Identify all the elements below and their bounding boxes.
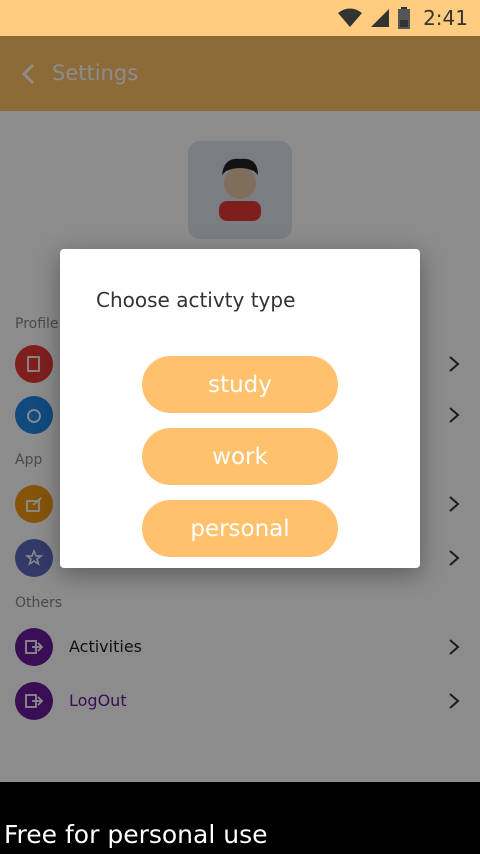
status-icons: 2:41 [337, 0, 468, 36]
watermark-text: Free for personal use [4, 820, 268, 849]
status-time: 2:41 [423, 6, 468, 30]
activity-type-dialog: Choose activty type study work personal [60, 249, 420, 568]
signal-icon [371, 9, 390, 27]
status-bar: 2:41 [0, 0, 480, 36]
wifi-icon [338, 8, 363, 27]
battery-icon [398, 7, 411, 29]
option-work-button[interactable]: work [142, 428, 338, 485]
dialog-title: Choose activty type [96, 288, 296, 312]
option-personal-button[interactable]: personal [142, 500, 338, 557]
option-study-button[interactable]: study [142, 356, 338, 413]
